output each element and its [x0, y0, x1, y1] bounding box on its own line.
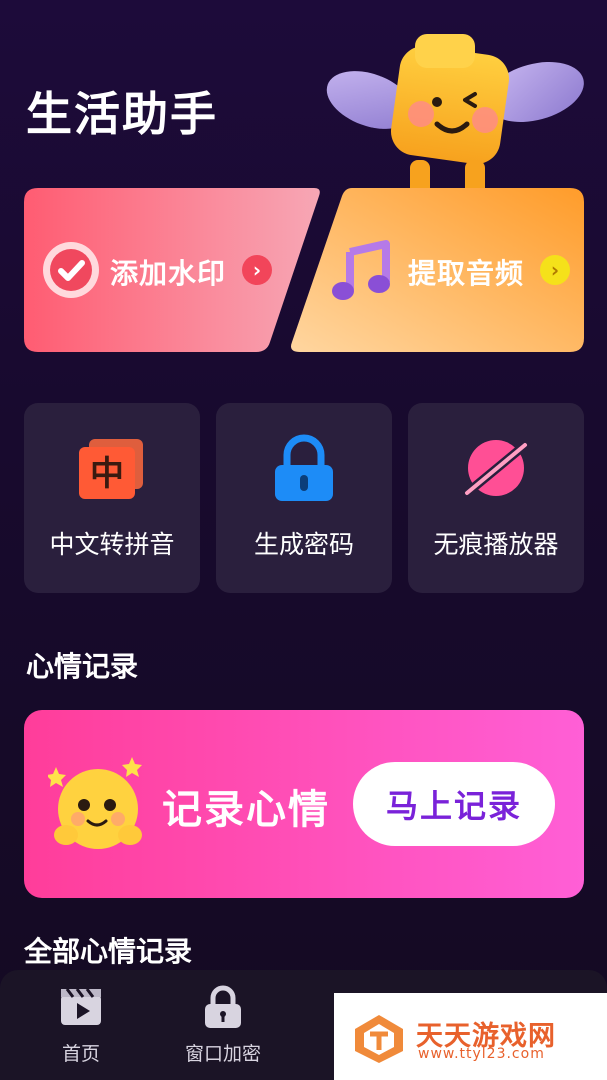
add-watermark-label: 添加水印	[110, 257, 227, 290]
smiley-emoji-icon	[48, 757, 142, 849]
extract-audio-label: 提取音频	[408, 257, 525, 290]
clapperboard-icon	[61, 988, 101, 1025]
all-mood-records-title: 全部心情记录	[24, 935, 193, 968]
nav-label: 首页	[61, 1043, 100, 1065]
chinese-char-icon: 中	[79, 439, 143, 499]
check-badge-icon	[43, 242, 99, 298]
extract-audio-arrow-icon: ›	[540, 255, 570, 285]
mood-banner-title: 记录心情	[162, 787, 330, 833]
add-watermark-arrow-icon: ›	[242, 255, 272, 285]
nav-item-window-encrypt[interactable]: 窗口加密	[168, 985, 278, 1065]
page-title: 生活助手	[26, 87, 218, 141]
tool-chinese-to-pinyin[interactable]: 中 中文转拼音	[24, 403, 200, 593]
chinese-char-glyph: 中	[90, 454, 124, 494]
lock-icon	[275, 434, 333, 501]
add-watermark-card[interactable]: 添加水印 ›	[24, 188, 320, 352]
tool-incognito-player[interactable]: 无痕播放器	[408, 403, 584, 593]
record-now-button[interactable]: 马上记录	[353, 762, 555, 846]
tool-generate-password[interactable]: 生成密码	[216, 403, 392, 593]
mascot-illustration	[326, 34, 584, 205]
lock-icon	[205, 985, 241, 1028]
tool-label: 生成密码	[253, 530, 354, 559]
mood-section-title: 心情记录	[26, 650, 139, 683]
planet-icon	[462, 440, 530, 498]
nav-label: 窗口加密	[184, 1043, 261, 1065]
nav-item-home[interactable]: 首页	[26, 985, 136, 1065]
tool-label: 中文转拼音	[49, 530, 175, 559]
site-logo-icon	[355, 1015, 403, 1063]
extract-audio-card[interactable]: 提取音频 ›	[290, 188, 584, 352]
music-note-icon	[332, 240, 390, 300]
tool-label: 无痕播放器	[433, 530, 559, 559]
site-watermark-url: www.ttyl23.com	[418, 1046, 545, 1062]
